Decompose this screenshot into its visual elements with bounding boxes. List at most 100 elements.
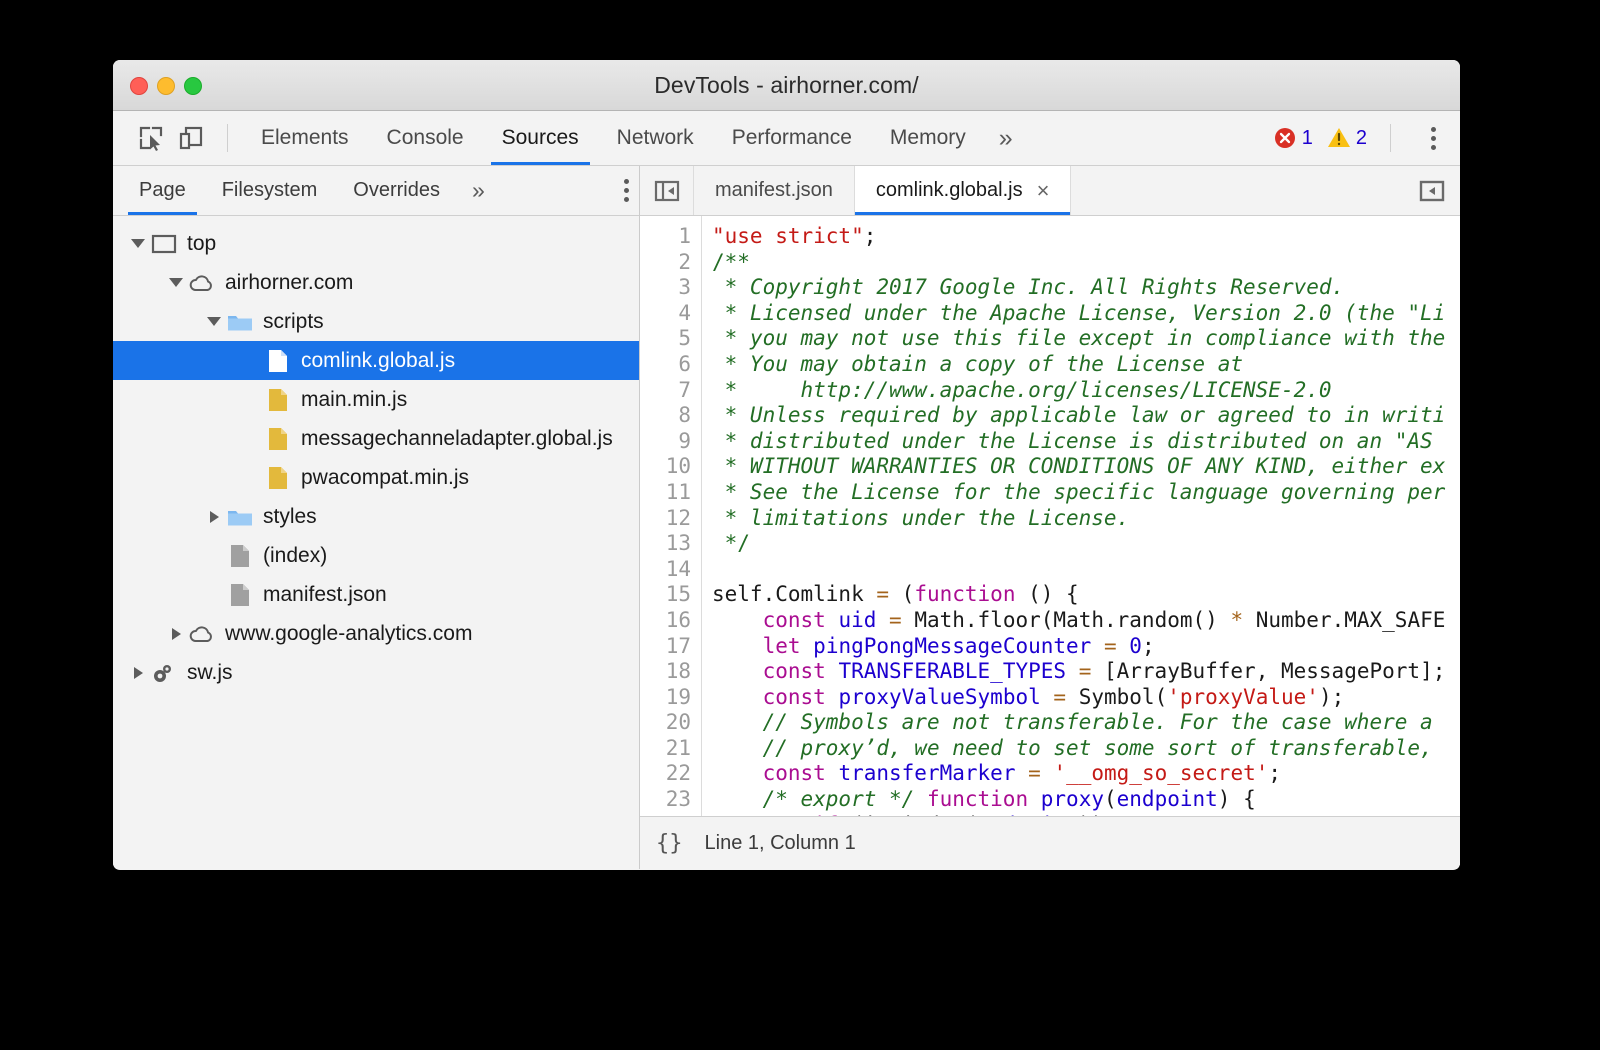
code-token-plain	[712, 634, 763, 658]
line-number: 8	[640, 403, 691, 429]
code-token-cm: * Copyright 2017 Google Inc. All Rights …	[712, 275, 1344, 299]
line-number: 23	[640, 787, 691, 813]
code-token-plain	[712, 685, 763, 709]
tree-item-scripts[interactable]: scripts	[113, 302, 639, 341]
nav-tab-filesystem[interactable]: Filesystem	[204, 166, 336, 215]
tree-item-index[interactable]: (index)	[113, 536, 639, 575]
chevron-right-icon[interactable]	[203, 511, 225, 523]
line-number: 5	[640, 326, 691, 352]
code-token-kw: const	[763, 761, 826, 785]
tab-memory[interactable]: Memory	[871, 111, 985, 165]
file-tab-comlink-global-js-label: comlink.global.js	[876, 179, 1023, 202]
chevron-down-icon[interactable]	[165, 278, 187, 287]
tab-performance[interactable]: Performance	[713, 111, 871, 165]
file-tab-comlink-global-js[interactable]: comlink.global.js ×	[855, 166, 1072, 215]
nav-tab-page-label: Page	[139, 179, 186, 202]
code-line: // proxy’d, we need to set some sort of …	[712, 736, 1460, 762]
code-token-plain	[712, 761, 763, 785]
tree-item-sw-js[interactable]: sw.js	[113, 653, 639, 692]
code-token-plain: self.Comlink	[712, 582, 876, 606]
line-number: 7	[640, 378, 691, 404]
source-code-text[interactable]: "use strict";/** * Copyright 2017 Google…	[702, 216, 1460, 816]
code-line: /**	[712, 250, 1460, 276]
minimize-window-button[interactable]	[157, 77, 175, 95]
code-token-plain: [ArrayBuffer, MessagePort];	[1091, 659, 1445, 683]
code-token-plain	[801, 634, 814, 658]
code-token-op: *	[1230, 608, 1243, 632]
file-tab-manifest-json[interactable]: manifest.json	[694, 166, 855, 215]
code-token-plain: ))	[1079, 813, 1104, 816]
code-token-plain	[826, 685, 839, 709]
issue-counters[interactable]: 1 2	[1273, 126, 1376, 150]
tree-item-airhorner-com[interactable]: airhorner.com	[113, 263, 639, 302]
code-token-op: =	[1104, 634, 1117, 658]
code-line: // Symbols are not transferable. For the…	[712, 710, 1460, 736]
more-navigator-tabs-button[interactable]: »	[458, 177, 496, 204]
tree-item-pwacompat-min-js[interactable]: pwacompat.min.js	[113, 458, 639, 497]
warning-triangle-icon	[1327, 126, 1351, 150]
tab-console[interactable]: Console	[368, 111, 483, 165]
tab-sources[interactable]: Sources	[483, 111, 598, 165]
show-navigator-icon[interactable]	[640, 166, 694, 215]
close-tab-icon[interactable]: ×	[1037, 180, 1050, 202]
toolbar-divider-right	[1390, 124, 1391, 152]
file-tree: topairhorner.comscriptscomlink.global.js…	[113, 216, 639, 869]
code-token-plain	[1117, 634, 1130, 658]
code-token-plain	[876, 608, 889, 632]
tree-item-manifest-json[interactable]: manifest.json	[113, 575, 639, 614]
file-tab-list: manifest.json comlink.global.js ×	[640, 166, 1460, 216]
close-window-button[interactable]	[130, 77, 148, 95]
chevron-down-icon[interactable]	[203, 317, 225, 326]
cursor-position: Line 1, Column 1	[705, 832, 856, 855]
code-token-kw: function	[914, 582, 1015, 606]
code-line	[712, 557, 1460, 583]
code-token-cm: * you may not use this file except in co…	[712, 326, 1445, 350]
code-token-var: pingPongMessageCounter	[813, 634, 1091, 658]
code-token-plain	[712, 659, 763, 683]
tree-item-top[interactable]: top	[113, 224, 639, 263]
nav-tab-page[interactable]: Page	[121, 166, 204, 215]
code-line: let pingPongMessageCounter = 0;	[712, 634, 1460, 660]
tree-item-styles[interactable]: styles	[113, 497, 639, 536]
inspect-element-icon[interactable]	[133, 120, 169, 156]
chevron-down-icon[interactable]	[127, 239, 149, 248]
code-token-cm: * http://www.apache.org/licenses/LICENSE…	[712, 378, 1332, 402]
tree-item-comlink-global-js[interactable]: comlink.global.js	[113, 341, 639, 380]
code-token-plain: (	[1104, 787, 1117, 811]
code-token-cm: * WITHOUT WARRANTIES OR CONDITIONS OF AN…	[712, 454, 1445, 478]
tab-performance-label: Performance	[732, 126, 852, 150]
tree-item-label: styles	[263, 505, 317, 529]
file-tab-manifest-json-label: manifest.json	[715, 179, 833, 202]
editor-statusbar: {} Line 1, Column 1	[640, 816, 1460, 869]
show-debugger-icon[interactable]	[1404, 166, 1460, 215]
code-token-num: 0	[1129, 634, 1142, 658]
device-toolbar-icon[interactable]	[173, 120, 209, 156]
chevron-right-icon[interactable]	[165, 628, 187, 640]
cloud-icon	[187, 623, 217, 645]
code-token-kw: const	[763, 659, 826, 683]
code-token-plain	[712, 736, 763, 760]
nav-tab-overrides[interactable]: Overrides	[335, 166, 458, 215]
tab-network[interactable]: Network	[598, 111, 713, 165]
code-token-plain	[712, 813, 813, 816]
chevron-right-icon[interactable]	[127, 667, 149, 679]
tree-item-www-google-analytics-com[interactable]: www.google-analytics.com	[113, 614, 639, 653]
code-viewer[interactable]: 123456789101112131415161718192021222324 …	[640, 216, 1460, 816]
code-token-var: uid	[838, 608, 876, 632]
tree-item-messagechanneladapter-global-js[interactable]: messagechanneladapter.global.js	[113, 419, 639, 458]
nav-tab-filesystem-label: Filesystem	[222, 179, 318, 202]
more-panels-button[interactable]: »	[985, 124, 1024, 153]
tree-item-label: manifest.json	[263, 583, 387, 607]
toolbar-divider	[227, 124, 228, 152]
line-number: 13	[640, 531, 691, 557]
tab-elements[interactable]: Elements	[242, 111, 368, 165]
main-menu-button[interactable]	[1405, 127, 1446, 150]
code-token-cmp: /**	[712, 250, 750, 274]
navigator-tab-list: Page Filesystem Overrides »	[113, 166, 639, 216]
pretty-print-icon[interactable]: {}	[656, 831, 683, 856]
maximize-window-button[interactable]	[184, 77, 202, 95]
code-line: const uid = Math.floor(Math.random() * N…	[712, 608, 1460, 634]
navigator-menu-button[interactable]	[598, 179, 639, 202]
tree-item-main-min-js[interactable]: main.min.js	[113, 380, 639, 419]
tab-network-label: Network	[617, 126, 694, 150]
